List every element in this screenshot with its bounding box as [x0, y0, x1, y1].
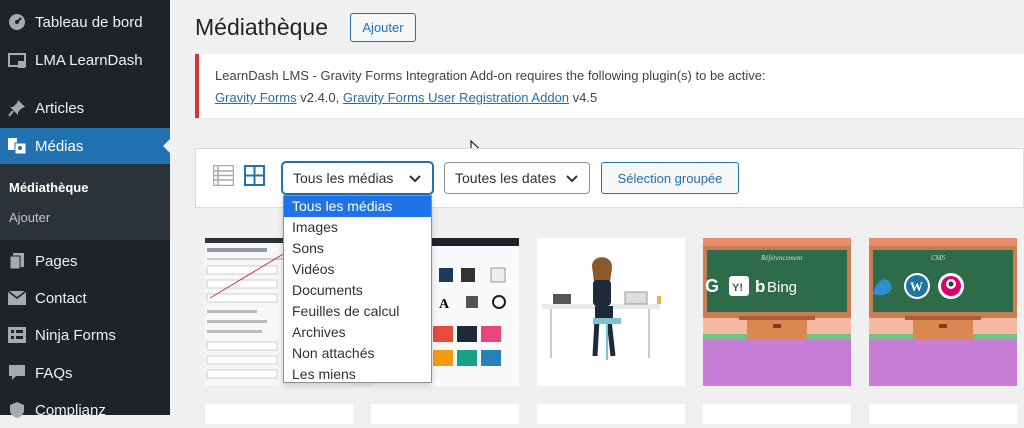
menu-label: Pages [35, 252, 78, 270]
media-thumbnail[interactable]: CMS W [869, 238, 1017, 386]
menu-item-dashboard[interactable]: Tableau de bord [0, 4, 170, 40]
page-title: Médiathèque [195, 14, 328, 40]
media-thumbnail[interactable] [703, 404, 851, 424]
submenu-ajouter[interactable]: Ajouter [9, 210, 50, 225]
dropdown-option[interactable]: Documents [284, 280, 431, 301]
media-thumbnail[interactable] [537, 404, 685, 424]
menu-label: Complianz [35, 401, 106, 419]
menu-item-faqs[interactable]: FAQs [0, 355, 170, 391]
dropdown-option[interactable]: Sons [284, 238, 431, 259]
chevron-down-icon [409, 175, 421, 183]
menu-label: LMA LearnDash [35, 51, 143, 69]
bulk-select-button[interactable]: Sélection groupée [601, 162, 739, 194]
bing-text: Bing [767, 279, 797, 296]
dropdown-option[interactable]: Non attachés [284, 343, 431, 364]
dropdown-option[interactable]: Archives [284, 322, 431, 343]
menu-label: FAQs [35, 364, 73, 382]
menu-item-ninja-forms[interactable]: Ninja Forms [0, 317, 170, 353]
board-title-text: Référencement [760, 254, 803, 262]
cms-classroom-image: CMS W [869, 238, 1017, 386]
version-text: v2.4.0, [296, 90, 340, 105]
svg-text:W: W [910, 279, 923, 294]
notice-links: Gravity Forms v2.4.0, Gravity Forms User… [215, 90, 597, 105]
media-type-dropdown: Tous les médias Images Sons Vidéos Docum… [283, 195, 432, 383]
version-text: v4.5 [569, 90, 598, 105]
media-thumbnail[interactable] [869, 404, 1017, 424]
menu-item-complianz[interactable]: Complianz [0, 392, 170, 428]
menu-label: Ninja Forms [35, 326, 116, 344]
menu-item-medias[interactable]: Médias [0, 128, 170, 164]
dropdown-option[interactable]: Images [284, 217, 431, 238]
media-submenu: Médiathèque Ajouter [0, 164, 170, 240]
mail-icon [7, 288, 27, 308]
date-filter-select[interactable]: Toutes les dates [444, 162, 590, 194]
grid-view-icon[interactable] [244, 165, 265, 186]
pages-icon [7, 251, 27, 271]
notice-text: LearnDash LMS - Gravity Forms Integratio… [215, 68, 766, 83]
chevron-down-icon [566, 175, 578, 183]
select-value: Toutes les dates [455, 170, 557, 186]
media-icon [7, 136, 27, 156]
media-thumbnail[interactable]: Référencement G Y! b Bing [703, 238, 851, 386]
gravity-forms-user-registration-link[interactable]: Gravity Forms User Registration Addon [343, 90, 569, 105]
media-thumbnail[interactable] [537, 238, 685, 386]
media-thumbnail[interactable] [371, 404, 519, 424]
menu-label: Tableau de bord [35, 13, 143, 31]
forms-icon [7, 325, 27, 345]
plugin-error-notice: LearnDash LMS - Gravity Forms Integratio… [195, 54, 1024, 118]
dropdown-option[interactable]: Tous les médias [284, 196, 431, 217]
gravity-forms-link[interactable]: Gravity Forms [215, 90, 297, 105]
admin-sidebar: Tableau de bord LMA LearnDash Articles M… [0, 0, 170, 419]
learndash-icon [7, 50, 27, 70]
menu-label: Contact [35, 289, 87, 307]
dropdown-option[interactable]: Les miens [284, 364, 431, 385]
media-thumbnail[interactable] [205, 404, 353, 424]
menu-label: Médias [35, 137, 84, 155]
woman-at-desk-image [537, 238, 685, 386]
pin-icon [7, 98, 27, 118]
svg-text:b: b [755, 277, 765, 296]
add-media-button[interactable]: Ajouter [350, 13, 416, 42]
menu-item-pages[interactable]: Pages [0, 243, 170, 279]
shield-icon [7, 400, 27, 420]
menu-item-learndash[interactable]: LMA LearnDash [0, 42, 170, 78]
submenu-mediatheque[interactable]: Médiathèque [9, 180, 88, 195]
select-value: Tous les médias [293, 170, 394, 186]
dropdown-option[interactable]: Feuilles de calcul [284, 301, 431, 322]
seo-classroom-image: Référencement G Y! b Bing [703, 238, 851, 386]
svg-text:Y!: Y! [732, 282, 743, 294]
dashboard-icon [7, 12, 27, 32]
svg-text:A: A [439, 297, 450, 312]
svg-text:G: G [705, 276, 719, 296]
dropdown-option[interactable]: Vidéos [284, 259, 431, 280]
menu-label: Articles [35, 99, 85, 117]
menu-item-articles[interactable]: Articles [0, 90, 170, 126]
board-title-text: CMS [931, 254, 946, 262]
menu-item-contact[interactable]: Contact [0, 280, 170, 316]
media-type-select[interactable]: Tous les médias [282, 162, 433, 194]
list-view-icon[interactable] [213, 165, 234, 186]
faq-icon [7, 363, 27, 383]
